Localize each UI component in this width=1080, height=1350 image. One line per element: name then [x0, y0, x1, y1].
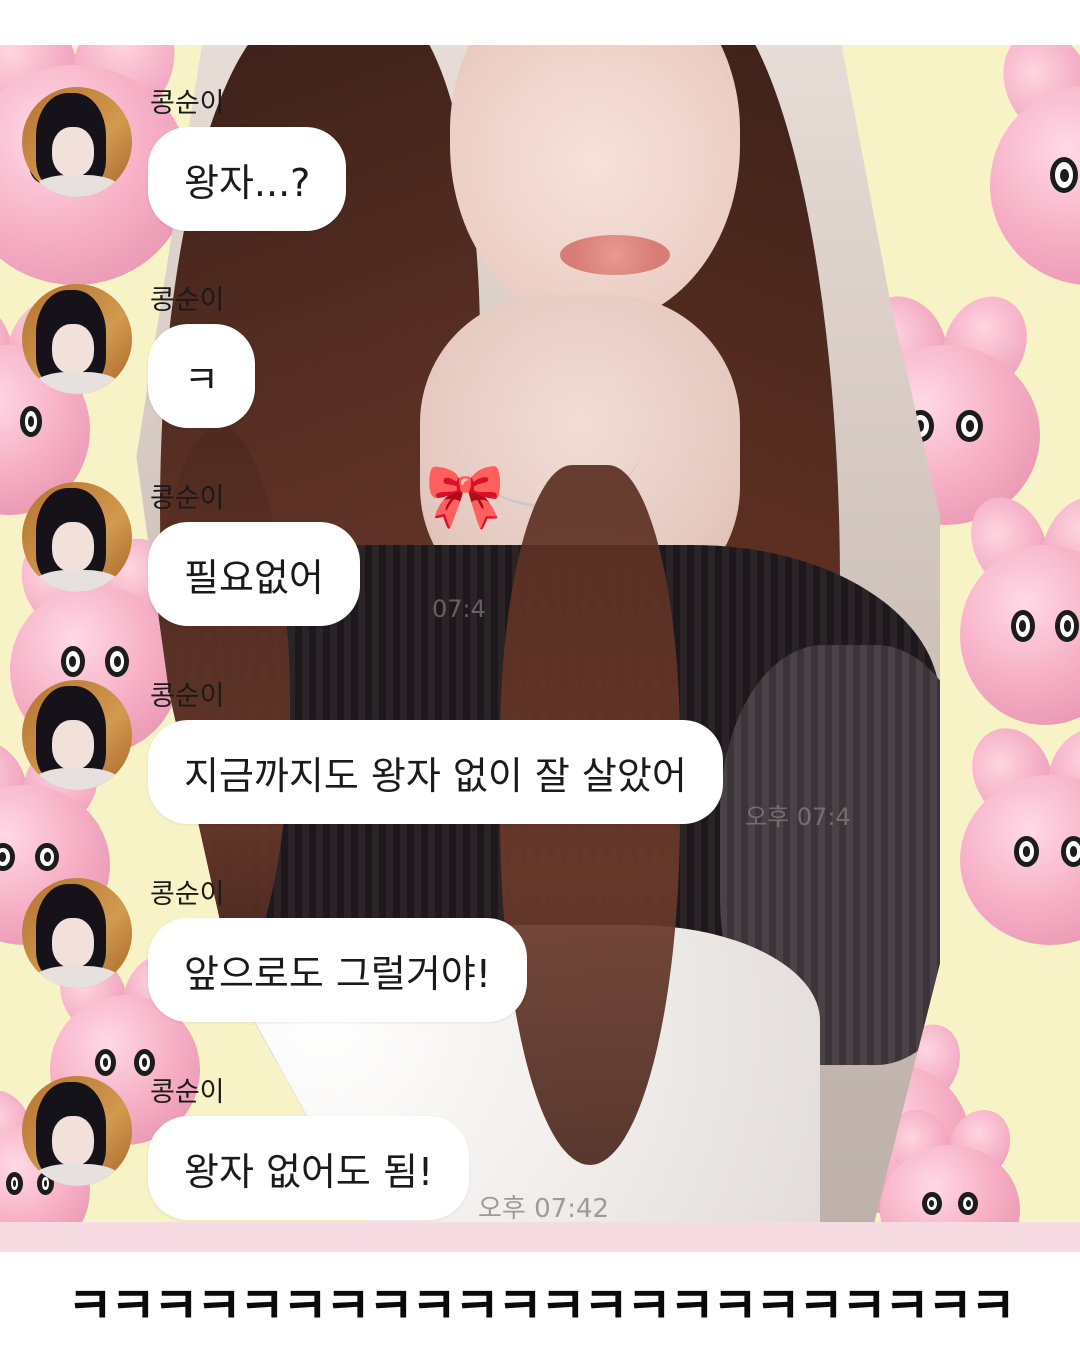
avatar[interactable]	[22, 878, 132, 988]
message-timestamp: 오후 07:42	[478, 1194, 610, 1224]
message-bubble[interactable]: 지금까지도 왕자 없이 잘 살았어	[148, 720, 723, 824]
chat-message: 콩순이 왕자...?	[0, 75, 1080, 255]
chat-message: 콩순이 필요없어	[0, 470, 1080, 650]
caption-text: ㅋㅋㅋㅋㅋㅋㅋㅋㅋㅋㅋㅋㅋㅋㅋㅋㅋㅋㅋㅋㅋㅋ	[67, 1277, 1016, 1335]
sender-name: 콩순이	[150, 681, 225, 712]
sender-name: 콩순이	[150, 285, 225, 316]
sender-name: 콩순이	[150, 1077, 225, 1108]
bottom-strip	[0, 1222, 1080, 1252]
message-bubble[interactable]: 앞으로도 그럴거야!	[148, 918, 527, 1022]
message-bubble[interactable]: 필요없어	[148, 522, 360, 626]
message-bubble[interactable]: 왕자...?	[148, 127, 347, 231]
sender-name: 콩순이	[150, 88, 225, 119]
chat-message: 콩순이 ㅋ	[0, 272, 1080, 452]
avatar[interactable]	[22, 482, 132, 592]
avatar[interactable]	[22, 1076, 132, 1186]
sender-name: 콩순이	[150, 879, 225, 910]
chat-message: 콩순이 지금까지도 왕자 없이 잘 살았어	[0, 668, 1080, 848]
message-bubble[interactable]: ㅋ	[148, 324, 255, 428]
avatar[interactable]	[22, 680, 132, 790]
message-bubble[interactable]: 왕자 없어도 됨!	[148, 1116, 470, 1220]
chat-message: 콩순이 앞으로도 그럴거야!	[0, 866, 1080, 1046]
avatar[interactable]	[22, 284, 132, 394]
sender-name: 콩순이	[150, 483, 225, 514]
avatar[interactable]	[22, 87, 132, 197]
